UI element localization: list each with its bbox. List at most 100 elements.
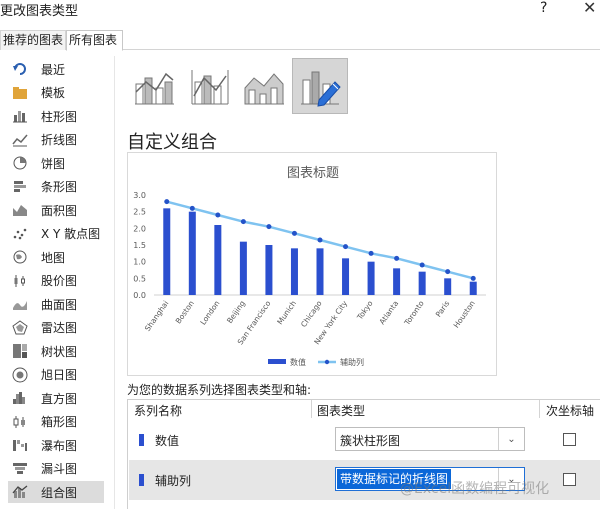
chevron-down-icon[interactable]: ⌄ [498,428,524,450]
x-tick-label: London [198,299,221,327]
bar-munich [290,248,298,295]
sidebar-item[interactable]: 地图 [8,246,104,268]
custom-combination-button[interactable] [292,58,348,114]
series-color-swatch [139,434,144,446]
stacked-area-clustered-column-button[interactable] [241,64,287,110]
radar-chart-icon [12,319,28,336]
line-marker [291,230,297,236]
pie-chart-icon [12,155,28,171]
secondary-axis-checkbox[interactable] [563,433,576,446]
series-row-values: 数值 簇状柱形图 ⌄ [129,420,600,460]
bar-atlanta [393,268,401,295]
sidebar-item[interactable]: 股价图 [8,270,104,292]
legend-swatch-values [268,359,286,364]
sidebar-item-label: 折线图 [41,133,78,147]
sidebar-item[interactable]: 直方图 [8,387,104,409]
y-tick-label: 2.5 [133,208,146,217]
treemap-chart-icon [12,343,28,359]
bar-beijing [239,241,247,295]
line-marker [445,269,451,275]
x-tick-label: Toronto [402,299,426,328]
sidebar-item[interactable]: 雷达图 [8,317,104,339]
bar-london [214,225,222,295]
column-separator [539,400,540,418]
histogram-chart-icon [12,390,28,406]
series-color-swatch [139,474,144,486]
sidebar-item-label: 漏斗图 [41,462,78,476]
y-tick-label: 1.0 [133,258,146,267]
y-tick-label: 2.0 [133,224,146,233]
series-name: 数值 [155,434,180,448]
combo-chart-icon [12,484,28,500]
area-column-combo-icon [244,73,284,105]
sidebar-item[interactable]: 箱形图 [8,411,104,433]
folder-icon [12,85,28,101]
clustered-column-line-button[interactable] [131,64,177,110]
column-separator [311,400,312,418]
sidebar-item[interactable]: 条形图 [8,176,104,198]
series-name: 辅助列 [155,474,192,488]
sidebar-item-label: 模板 [41,86,66,100]
column-line-secondary-axis-icon [191,70,229,105]
sidebar-item[interactable]: 饼图 [8,152,104,174]
chart-type-select[interactable]: 簇状柱形图 ⌄ [335,427,525,451]
sidebar-item-label: 曲面图 [41,297,78,312]
line-chart-icon [12,132,28,148]
sidebar-item[interactable]: 曲面图 [8,293,104,315]
sidebar-item-label: 树状图 [41,344,78,359]
column-header-secondary-axis: 次坐标轴 [546,404,595,418]
area-chart-icon [12,202,28,218]
section-title: 自定义组合 [127,132,217,153]
sidebar-item[interactable]: 折线图 [8,129,104,151]
x-tick-label: Chicago [299,299,324,329]
y-tick-label: 0.5 [133,274,146,283]
sidebar-item[interactable]: 漏斗图 [8,458,104,480]
bar-paris [444,278,452,295]
sidebar-item-label: 股价图 [41,274,78,288]
tab-strip: 推荐的图表 所有图表 [0,30,600,51]
line-marker [470,275,476,281]
sidebar-item[interactable]: X Y 散点图 [8,223,104,245]
column-chart-icon [12,108,28,124]
chart-title: 图表标题 [287,166,339,181]
clustered-column-line-secondary-axis-button[interactable] [187,64,233,110]
sunburst-chart-icon [12,367,28,383]
help-button[interactable]: ? [540,0,547,16]
x-tick-label: Boston [174,299,196,326]
combo-chart: 图表标题 0.0 0.5 1.0 1.5 2.0 2.5 3.0 Shanghai Boston L… [133,166,486,367]
x-tick-label: Shanghai [143,299,170,333]
bar-boston [188,211,196,295]
bar-chart-icon [12,179,28,195]
tab-all-charts[interactable]: 所有图表 [66,30,123,51]
legend-marker-helper [324,359,330,365]
sidebar-item-label: X Y 散点图 [41,227,101,241]
close-button[interactable]: ✕ [583,0,596,17]
sidebar-item[interactable]: 柱形图 [8,105,104,127]
clustered-column-line-icon [135,72,174,105]
window-title: 更改图表类型 [0,4,79,19]
bar-toronto [418,271,426,295]
sidebar-item-label: 箱形图 [41,415,78,429]
sidebar-item[interactable]: 瀑布图 [8,434,104,456]
sidebar-item[interactable]: 组合图 [8,481,104,503]
sidebar-item[interactable]: 面积图 [8,199,104,221]
sidebar-item-label: 条形图 [41,180,78,194]
sidebar-item[interactable]: 最近 [8,58,104,80]
bar-new-york-city [342,258,350,295]
sidebar-item[interactable]: 旭日图 [8,364,104,386]
sidebar-item[interactable]: 树状图 [8,340,104,362]
column-header-series-name: 系列名称 [134,404,183,418]
legend-label-helper: 辅助列 [340,357,364,367]
watermark: @Excel函数编程可视化 [400,481,550,497]
sidebar-item[interactable]: 模板 [8,82,104,104]
y-tick-label: 0.0 [133,291,146,300]
sidebar-item-label: 最近 [41,62,66,77]
tab-recommended-charts[interactable]: 推荐的图表 [0,30,66,50]
chart-type-value: 簇状柱形图 [340,434,401,448]
sidebar-item-label: 瀑布图 [41,438,78,453]
line-marker [419,262,425,268]
chart-category-list: 最近模板柱形图折线图饼图条形图面积图 X Y 散点图地图股价图曲面图雷达图树状图旭… [0,58,110,509]
bar-chicago [316,248,324,295]
bar-san-francisco [265,245,273,295]
secondary-axis-checkbox[interactable] [563,473,576,486]
